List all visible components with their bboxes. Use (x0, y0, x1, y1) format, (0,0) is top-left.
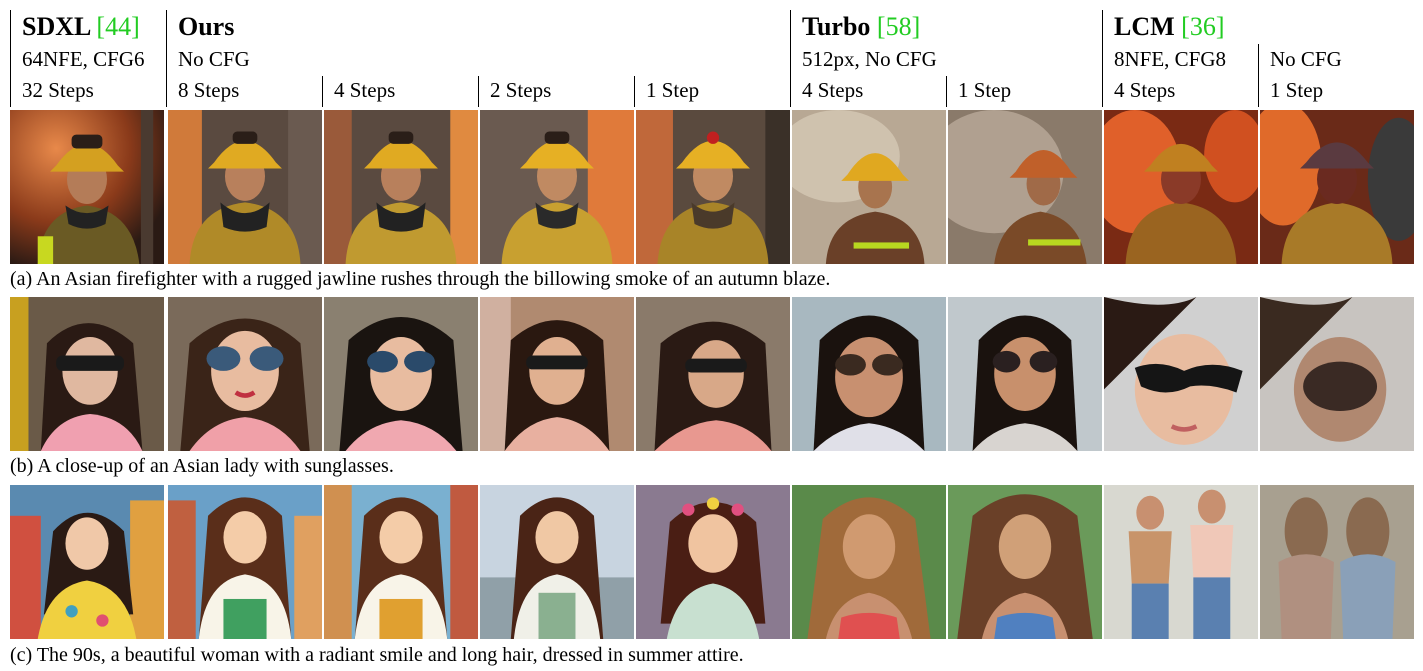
img-c-turbo-1 (948, 485, 1102, 639)
divider-lcm-nocfg (1258, 44, 1259, 107)
turbo-ref: [58] (876, 12, 921, 41)
img-c-lcm-4 (1104, 485, 1258, 639)
img-b-ours-4 (324, 297, 478, 451)
divider-ours-2 (478, 76, 479, 107)
sdxl-steps-32: 32 Steps (22, 78, 94, 102)
img-c-turbo-4 (792, 485, 946, 639)
divider-turbo (790, 10, 791, 107)
img-a-ours-1 (636, 110, 790, 264)
lcm-name: LCM (1114, 12, 1175, 41)
ours-name: Ours (178, 12, 235, 41)
img-a-turbo-1 (948, 110, 1102, 264)
lcm-setting-nocfg: No CFG (1270, 47, 1342, 71)
turbo-steps-1: 1 Step (958, 78, 1012, 102)
divider-lcm (1102, 10, 1103, 107)
ours-steps-8: 8 Steps (178, 78, 240, 102)
img-a-sdxl (10, 110, 164, 264)
img-c-sdxl (10, 485, 164, 639)
img-a-ours-4 (324, 110, 478, 264)
img-a-ours-2 (480, 110, 634, 264)
img-b-lcm-4 (1104, 297, 1258, 451)
lcm-setting-cfg8: 8NFE, CFG8 (1114, 47, 1227, 71)
lcm-steps-4: 4 Steps (1114, 78, 1176, 102)
img-b-ours-1 (636, 297, 790, 451)
caption-a: (a) An Asian firefighter with a rugged j… (10, 268, 831, 290)
img-a-turbo-4 (792, 110, 946, 264)
img-a-lcm-1 (1260, 110, 1414, 264)
img-b-sdxl (10, 297, 164, 451)
img-c-ours-8 (168, 485, 322, 639)
ours-steps-1: 1 Step (646, 78, 700, 102)
turbo-setting: 512px, No CFG (802, 47, 937, 71)
ours-steps-4: 4 Steps (334, 78, 396, 102)
divider-ours-4 (322, 76, 323, 107)
img-a-lcm-4 (1104, 110, 1258, 264)
divider-ours (166, 10, 167, 107)
caption-c: (c) The 90s, a beautiful woman with a ra… (10, 644, 744, 666)
lcm-ref: [36] (1181, 12, 1225, 41)
img-c-ours-4 (324, 485, 478, 639)
turbo-name: Turbo (802, 12, 871, 41)
turbo-steps-4: 4 Steps (802, 78, 864, 102)
img-c-lcm-1 (1260, 485, 1414, 639)
img-c-ours-2 (480, 485, 634, 639)
img-a-ours-8 (168, 110, 322, 264)
ours-title: Ours (178, 14, 234, 40)
ours-steps-2: 2 Steps (490, 78, 552, 102)
divider-ours-1 (634, 76, 635, 107)
img-b-ours-8 (168, 297, 322, 451)
lcm-title: LCM [36] (1114, 14, 1225, 40)
img-c-ours-1 (636, 485, 790, 639)
ours-setting: No CFG (178, 47, 250, 71)
img-b-turbo-1 (948, 297, 1102, 451)
img-b-ours-2 (480, 297, 634, 451)
turbo-title: Turbo [58] (802, 14, 920, 40)
sdxl-title: SDXL [44] (22, 14, 140, 40)
img-b-turbo-4 (792, 297, 946, 451)
sdxl-setting: 64NFE, CFG6 (22, 47, 145, 71)
caption-b: (b) A close-up of an Asian lady with sun… (10, 455, 394, 477)
lcm-steps-1: 1 Step (1270, 78, 1324, 102)
img-b-lcm-1 (1260, 297, 1414, 451)
sdxl-ref: [44] (96, 12, 140, 41)
divider-sdxl (10, 10, 11, 107)
divider-turbo-1 (946, 76, 947, 107)
sdxl-name: SDXL (22, 12, 90, 41)
